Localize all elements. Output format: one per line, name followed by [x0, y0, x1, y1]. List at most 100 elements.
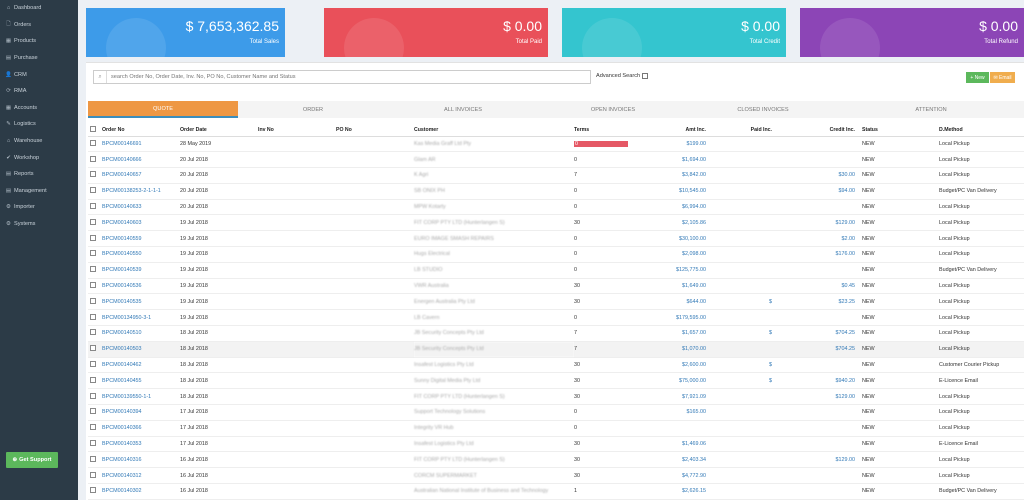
- advanced-search[interactable]: Advanced Search: [596, 73, 649, 79]
- table-row[interactable]: BPCM00140603 19 Jul 2018 FIT CORP PTY LTD …: [88, 214, 1024, 232]
- sidebar-item-rma[interactable]: ⟳ RMA: [0, 83, 78, 100]
- row-checkbox[interactable]: [90, 345, 96, 352]
- table-row[interactable]: BPCM00140353 17 Jul 2018 Insafest Logistic…: [88, 436, 1024, 453]
- order-number-link[interactable]: BPCM00140535: [102, 293, 180, 311]
- column-header-po-no[interactable]: PO No: [336, 124, 414, 137]
- table-row[interactable]: BPCM00140394 17 Jul 2018 Support Technolog…: [88, 404, 1024, 421]
- tab-quote[interactable]: QUOTE: [88, 101, 238, 118]
- table-row[interactable]: BPCM00139550-1-1 18 Jul 2018 FIT CORP PTY …: [88, 388, 1024, 406]
- table-row[interactable]: BPCM00140559 19 Jul 2018 EURO IMAGE SMASH …: [88, 230, 1024, 248]
- row-checkbox[interactable]: [90, 218, 96, 225]
- sidebar-item-importer[interactable]: ⚙ Importer: [0, 199, 78, 216]
- tab-closed-invoices[interactable]: CLOSED INVOICES: [688, 101, 838, 118]
- sidebar-item-warehouse[interactable]: ⌂ Warehouse: [0, 133, 78, 150]
- column-header-status[interactable]: Status: [855, 124, 932, 137]
- table-row[interactable]: BPCM00140550 19 Jul 2018 Hugs Electrical 0 $…: [88, 246, 1024, 263]
- order-number-link[interactable]: BPCM00140539: [102, 262, 180, 279]
- order-number-link[interactable]: BPCM00140550: [102, 246, 180, 263]
- advanced-search-checkbox[interactable]: [642, 73, 649, 79]
- column-header-order-no[interactable]: Order No: [102, 124, 180, 137]
- row-checkbox[interactable]: [90, 171, 96, 178]
- table-row[interactable]: BPCM00140462 18 Jul 2018 Insafest Logistic…: [88, 357, 1024, 374]
- row-checkbox[interactable]: [90, 361, 96, 368]
- row-checkbox[interactable]: [90, 297, 96, 304]
- new-button[interactable]: + New: [966, 72, 989, 83]
- order-number-link[interactable]: BPCM00140503: [102, 341, 180, 358]
- table-row[interactable]: BPCM00140633 20 Jul 2018 MPW Kotarty 0 $6,99…: [88, 199, 1024, 216]
- sidebar-item-accounts[interactable]: ▦ Accounts: [0, 100, 78, 117]
- sidebar-item-products[interactable]: ▦ Products: [0, 33, 78, 50]
- tab-attention[interactable]: ATTENTION: [838, 101, 1024, 118]
- table-row[interactable]: BPCM00140312 16 Jul 2018 CORCM SUPERMARKET…: [88, 467, 1024, 485]
- order-number-link[interactable]: BPCM00134950-3-1: [102, 309, 180, 327]
- column-header-amt-inc[interactable]: Amt Inc.: [654, 124, 706, 137]
- column-header-paid-inc[interactable]: Paid Inc.: [706, 124, 772, 137]
- order-number-link[interactable]: BPCM00140312: [102, 467, 180, 485]
- order-number-link[interactable]: BPCM00138253-2-1-1-1: [102, 183, 180, 200]
- row-checkbox[interactable]: [90, 471, 96, 478]
- order-number-link[interactable]: BPCM00146691: [102, 136, 180, 153]
- order-number-link[interactable]: BPCM00140559: [102, 230, 180, 248]
- sidebar-item-orders[interactable]: 🗋 Orders: [0, 17, 78, 34]
- table-row[interactable]: BPCM00140510 18 Jul 2018 JB Security Conce…: [88, 325, 1024, 342]
- tab-all-invoices[interactable]: ALL INVOICES: [388, 101, 538, 118]
- sidebar-item-purchase[interactable]: ▤ Purchase: [0, 50, 78, 67]
- order-number-link[interactable]: BPCM00140536: [102, 278, 180, 295]
- row-checkbox[interactable]: [90, 266, 96, 273]
- select-all-checkbox[interactable]: [90, 125, 96, 132]
- table-row[interactable]: BPCM00146691 28 May 2019 Kas Media Graff L…: [88, 136, 1024, 153]
- table-row[interactable]: BPCM00140366 17 Jul 2018 Integrity VR Hub 0…: [88, 420, 1024, 437]
- row-checkbox[interactable]: [90, 313, 96, 320]
- table-row[interactable]: BPCM00140302 16 Jul 2018 Australian Nation…: [88, 483, 1024, 500]
- order-number-link[interactable]: BPCM00140657: [102, 167, 180, 184]
- row-checkbox[interactable]: [90, 282, 96, 289]
- tab-order[interactable]: ORDER: [238, 101, 388, 118]
- email-button[interactable]: ✉ Email: [990, 72, 1015, 83]
- order-number-link[interactable]: BPCM00139550-1-1: [102, 388, 180, 406]
- sidebar-item-dashboard[interactable]: ⌂ Dashboard: [0, 0, 78, 17]
- sidebar-item-crm[interactable]: 👤 CRM: [0, 66, 78, 83]
- row-checkbox[interactable]: [90, 155, 96, 162]
- column-header-credit-inc[interactable]: Credit Inc.: [772, 124, 855, 137]
- table-row[interactable]: BPCM00138253-2-1-1-1 20 Jul 2018 SB ONIX P…: [88, 183, 1024, 200]
- row-checkbox[interactable]: [90, 455, 96, 462]
- table-row[interactable]: BPCM00140539 19 Jul 2018 LB STUDIO 0 $125,77…: [88, 262, 1024, 279]
- row-checkbox[interactable]: [90, 203, 96, 210]
- column-header-inv-no[interactable]: Inv No: [258, 124, 336, 137]
- column-header-order-date[interactable]: Order Date: [180, 124, 258, 137]
- row-checkbox[interactable]: [90, 408, 96, 415]
- order-number-link[interactable]: BPCM00140302: [102, 483, 180, 500]
- sidebar-item-workshop[interactable]: ✔ Workshop: [0, 149, 78, 166]
- table-row[interactable]: BPCM00140503 18 Jul 2018 JB Security Conce…: [88, 341, 1024, 358]
- sidebar-item-systems[interactable]: ⚙ Systems: [0, 216, 78, 233]
- table-row[interactable]: BPCM00140536 19 Jul 2018 VWR Australia 30 $1…: [88, 278, 1024, 295]
- table-row[interactable]: BPCM00140657 20 Jul 2018 K Agri 7 $3,842.00 $…: [88, 167, 1024, 184]
- column-header-d-method[interactable]: D.Method: [932, 124, 1024, 137]
- order-number-link[interactable]: BPCM00140633: [102, 199, 180, 216]
- search-icon[interactable]: ⌕: [94, 71, 107, 83]
- row-checkbox[interactable]: [90, 376, 96, 383]
- row-checkbox[interactable]: [90, 250, 96, 257]
- column-header-terms[interactable]: Terms: [574, 124, 654, 137]
- table-row[interactable]: BPCM00140455 18 Jul 2018 Sunny Digital Med…: [88, 372, 1024, 390]
- order-number-link[interactable]: BPCM00140316: [102, 451, 180, 469]
- column-header-customer[interactable]: Customer: [414, 124, 574, 137]
- row-checkbox[interactable]: [90, 487, 96, 494]
- table-row[interactable]: BPCM00140316 16 Jul 2018 FIT CORP PTY LTD …: [88, 451, 1024, 469]
- row-checkbox[interactable]: [90, 139, 96, 146]
- sidebar-item-logistics[interactable]: ✎ Logistics: [0, 116, 78, 133]
- order-number-link[interactable]: BPCM00140666: [102, 151, 180, 169]
- order-number-link[interactable]: BPCM00140394: [102, 404, 180, 421]
- row-checkbox[interactable]: [90, 187, 96, 194]
- order-number-link[interactable]: BPCM00140462: [102, 357, 180, 374]
- table-row[interactable]: BPCM00140666 20 Jul 2018 Glam AR 0 $1,694.00…: [88, 151, 1024, 169]
- order-number-link[interactable]: BPCM00140603: [102, 214, 180, 232]
- get-support-button[interactable]: ⊕ Get Support: [6, 452, 58, 468]
- order-number-link[interactable]: BPCM00140455: [102, 372, 180, 390]
- order-number-link[interactable]: BPCM00140353: [102, 436, 180, 453]
- row-checkbox[interactable]: [90, 424, 96, 431]
- sidebar-item-management[interactable]: ▤ Management: [0, 183, 78, 200]
- search-input[interactable]: [107, 74, 577, 80]
- table-row[interactable]: BPCM00134950-3-1 19 Jul 2018 LB Cavern 0 $17…: [88, 309, 1024, 327]
- row-checkbox[interactable]: [90, 392, 96, 399]
